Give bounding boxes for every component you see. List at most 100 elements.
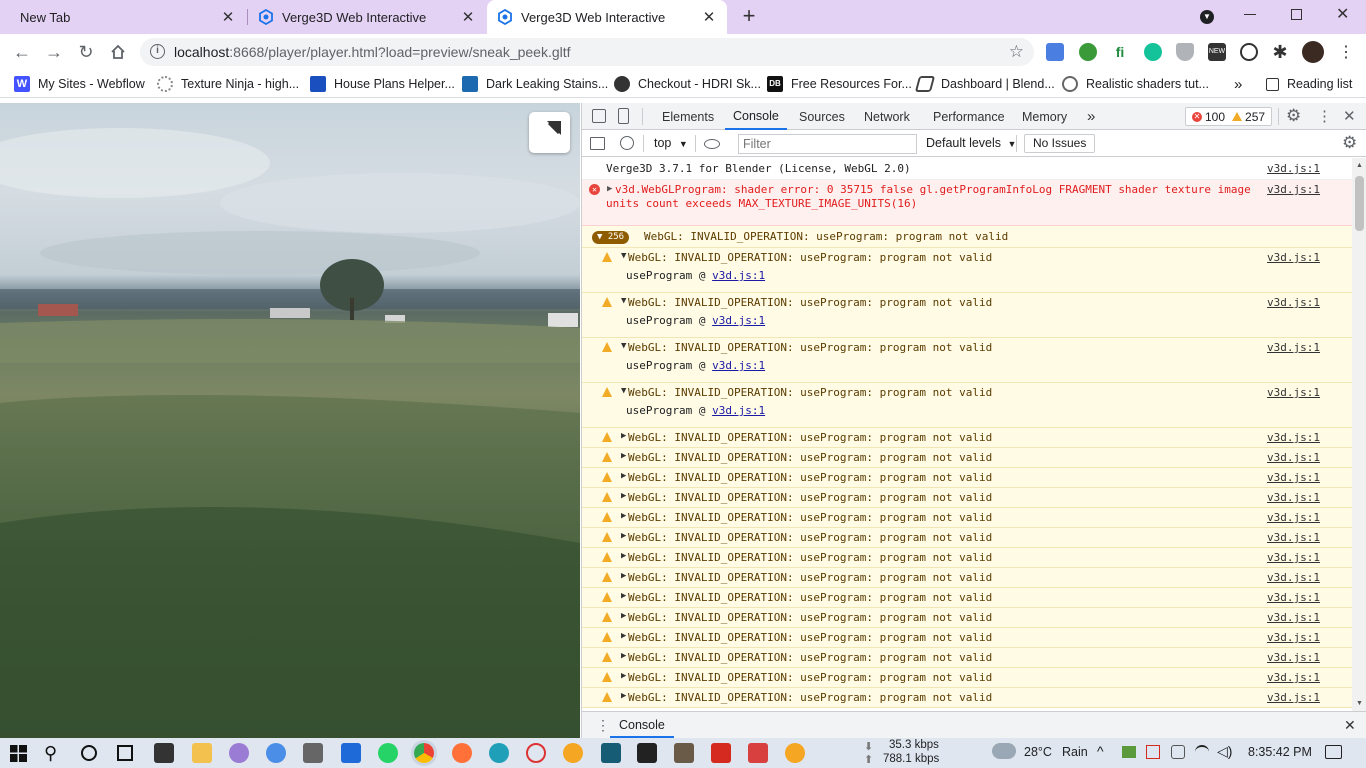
- bookmark-item[interactable]: Realistic shaders tut...: [1062, 70, 1209, 98]
- tab-network[interactable]: Network: [856, 103, 918, 130]
- scrollbar-thumb[interactable]: [1355, 176, 1364, 231]
- reading-list-button[interactable]: Reading list: [1266, 70, 1352, 98]
- back-button[interactable]: ←: [10, 40, 34, 64]
- home-button[interactable]: [106, 40, 130, 64]
- whatsapp-taskbar-icon[interactable]: [378, 743, 398, 763]
- issues-button[interactable]: No Issues: [1024, 134, 1096, 153]
- expand-triangle-icon[interactable]: ▶: [621, 531, 626, 541]
- translate-extension-icon[interactable]: [1046, 43, 1064, 61]
- console-warning-row[interactable]: ▶ WebGL: INVALID_OPERATION: useProgram: p…: [582, 468, 1352, 488]
- console-warning-row[interactable]: ▶ WebGL: INVALID_OPERATION: useProgram: p…: [582, 548, 1352, 568]
- info-icon[interactable]: i: [150, 44, 165, 59]
- stack-link[interactable]: v3d.js:1: [712, 269, 765, 282]
- bookmark-item[interactable]: W My Sites - Webflow: [14, 70, 145, 98]
- bookmark-item[interactable]: Texture Ninja - high...: [157, 70, 299, 98]
- file-explorer-taskbar-icon[interactable]: [192, 743, 212, 763]
- new-extension-icon[interactable]: NEW: [1208, 43, 1226, 61]
- block-extension-icon[interactable]: [1240, 43, 1258, 61]
- tray-app-icon[interactable]: [1171, 745, 1185, 759]
- tab-verge3d-1[interactable]: Verge3D Web Interactive ✕: [248, 0, 486, 34]
- wifi-icon[interactable]: [1195, 745, 1209, 759]
- source-link[interactable]: v3d.js:1: [1267, 296, 1320, 309]
- expand-triangle-icon[interactable]: ▶: [621, 451, 626, 461]
- expand-triangle-icon[interactable]: ▶: [607, 184, 612, 194]
- weather-rain-icon[interactable]: [992, 743, 1016, 759]
- source-link[interactable]: v3d.js:1: [1267, 183, 1320, 196]
- app-taskbar-icon[interactable]: [229, 743, 249, 763]
- context-selector[interactable]: top ▼: [654, 136, 688, 150]
- edge-taskbar-icon[interactable]: [489, 743, 509, 763]
- verge3d-viewport[interactable]: [0, 103, 580, 738]
- expand-triangle-icon[interactable]: ▶: [621, 551, 626, 561]
- task-view-icon[interactable]: [117, 745, 133, 761]
- source-link[interactable]: v3d.js:1: [1267, 491, 1320, 504]
- extensions-puzzle-icon[interactable]: ✱: [1268, 40, 1292, 64]
- more-tabs-icon[interactable]: »: [1087, 103, 1095, 130]
- minimize-button[interactable]: [1244, 14, 1256, 15]
- clear-console-icon[interactable]: [620, 136, 634, 150]
- new-tab-button[interactable]: +: [738, 5, 760, 28]
- bookmark-item[interactable]: Checkout - HDRI Sk...: [614, 70, 761, 98]
- console-warning-row[interactable]: ▶ WebGL: INVALID_OPERATION: useProgram: p…: [582, 528, 1352, 548]
- source-link[interactable]: v3d.js:1: [1267, 691, 1320, 704]
- source-link[interactable]: v3d.js:1: [1267, 162, 1320, 175]
- expand-triangle-icon[interactable]: ▶: [621, 571, 626, 581]
- console-warning-row[interactable]: ▶ WebGL: INVALID_OPERATION: useProgram: p…: [582, 628, 1352, 648]
- source-link[interactable]: v3d.js:1: [1267, 511, 1320, 524]
- console-scrollbar[interactable]: ▲ ▼: [1352, 158, 1366, 711]
- address-bar[interactable]: i localhost:8668/player/player.html?load…: [140, 38, 1034, 66]
- console-warning-row[interactable]: ▶ WebGL: INVALID_OPERATION: useProgram: p…: [582, 648, 1352, 668]
- console-warning-row[interactable]: ▶ WebGL: INVALID_OPERATION: useProgram: p…: [582, 448, 1352, 468]
- expand-triangle-icon[interactable]: ▶: [621, 511, 626, 521]
- console-warning-row[interactable]: ▶ WebGL: INVALID_OPERATION: useProgram: p…: [582, 668, 1352, 688]
- bookmark-item[interactable]: Dashboard | Blend...: [914, 70, 1055, 98]
- settings-gear-icon[interactable]: ⚙: [1286, 106, 1301, 126]
- console-warning-row[interactable]: ▶ WebGL: INVALID_OPERATION: useProgram: p…: [582, 688, 1352, 708]
- tray-app-icon[interactable]: [1122, 746, 1136, 758]
- close-window-button[interactable]: ✕: [1336, 4, 1349, 24]
- close-devtools-icon[interactable]: ✕: [1343, 107, 1356, 125]
- scroll-up-arrow-icon[interactable]: ▲: [1356, 162, 1363, 169]
- stack-link[interactable]: v3d.js:1: [712, 359, 765, 372]
- expand-triangle-icon[interactable]: ▶: [621, 611, 626, 621]
- expand-triangle-icon[interactable]: ▶: [621, 671, 626, 681]
- more-bookmarks-button[interactable]: »: [1234, 70, 1242, 98]
- expand-triangle-icon[interactable]: ▶: [621, 591, 626, 601]
- app-taskbar-icon[interactable]: [601, 743, 621, 763]
- collapse-triangle-icon[interactable]: ▼: [621, 386, 626, 396]
- collapse-triangle-icon[interactable]: ▼: [621, 296, 626, 306]
- console-warning-row[interactable]: ▶ WebGL: INVALID_OPERATION: useProgram: p…: [582, 428, 1352, 448]
- bookmark-item[interactable]: House Plans Helper...: [310, 70, 455, 98]
- source-link[interactable]: v3d.js:1: [1267, 591, 1320, 604]
- collapse-triangle-icon[interactable]: ▼: [621, 251, 626, 261]
- source-link[interactable]: v3d.js:1: [1267, 571, 1320, 584]
- mail-taskbar-icon[interactable]: [341, 743, 361, 763]
- search-icon[interactable]: ⚲: [44, 743, 57, 764]
- fi-extension-icon[interactable]: fi: [1111, 43, 1129, 61]
- source-link[interactable]: v3d.js:1: [1267, 671, 1320, 684]
- console-warning-row[interactable]: ▼ WebGL: INVALID_OPERATION: useProgram: p…: [582, 293, 1352, 338]
- issues-counter[interactable]: ✕ 100 257: [1185, 107, 1273, 126]
- gimp-taskbar-icon[interactable]: [674, 743, 694, 763]
- grammarly-extension-icon[interactable]: [1144, 43, 1162, 61]
- shield-extension-icon[interactable]: [1176, 43, 1194, 61]
- live-expression-eye-icon[interactable]: [704, 139, 720, 149]
- source-link[interactable]: v3d.js:1: [1267, 431, 1320, 444]
- bookmark-star-icon[interactable]: ☆: [1009, 42, 1024, 62]
- console-warning-row[interactable]: ▶ WebGL: INVALID_OPERATION: useProgram: p…: [582, 508, 1352, 528]
- drawer-tab-console[interactable]: Console: [610, 712, 674, 738]
- volume-icon[interactable]: ◁): [1217, 743, 1232, 760]
- fullscreen-button[interactable]: [529, 112, 570, 153]
- store-taskbar-icon[interactable]: [154, 743, 174, 763]
- maximize-button[interactable]: [1291, 9, 1302, 20]
- tray-app-icon[interactable]: [1146, 745, 1160, 759]
- acrobat-taskbar-icon[interactable]: [711, 743, 731, 763]
- notifications-icon[interactable]: [1325, 745, 1342, 759]
- tab-new-tab[interactable]: New Tab ✕: [0, 0, 246, 34]
- source-link[interactable]: v3d.js:1: [1267, 611, 1320, 624]
- temperature[interactable]: 28°C: [1024, 745, 1052, 759]
- close-drawer-icon[interactable]: ✕: [1344, 717, 1356, 734]
- app-taskbar-icon[interactable]: [526, 743, 546, 763]
- log-levels-dropdown[interactable]: Default levels ▼: [926, 136, 1016, 150]
- expand-triangle-icon[interactable]: ▶: [621, 431, 626, 441]
